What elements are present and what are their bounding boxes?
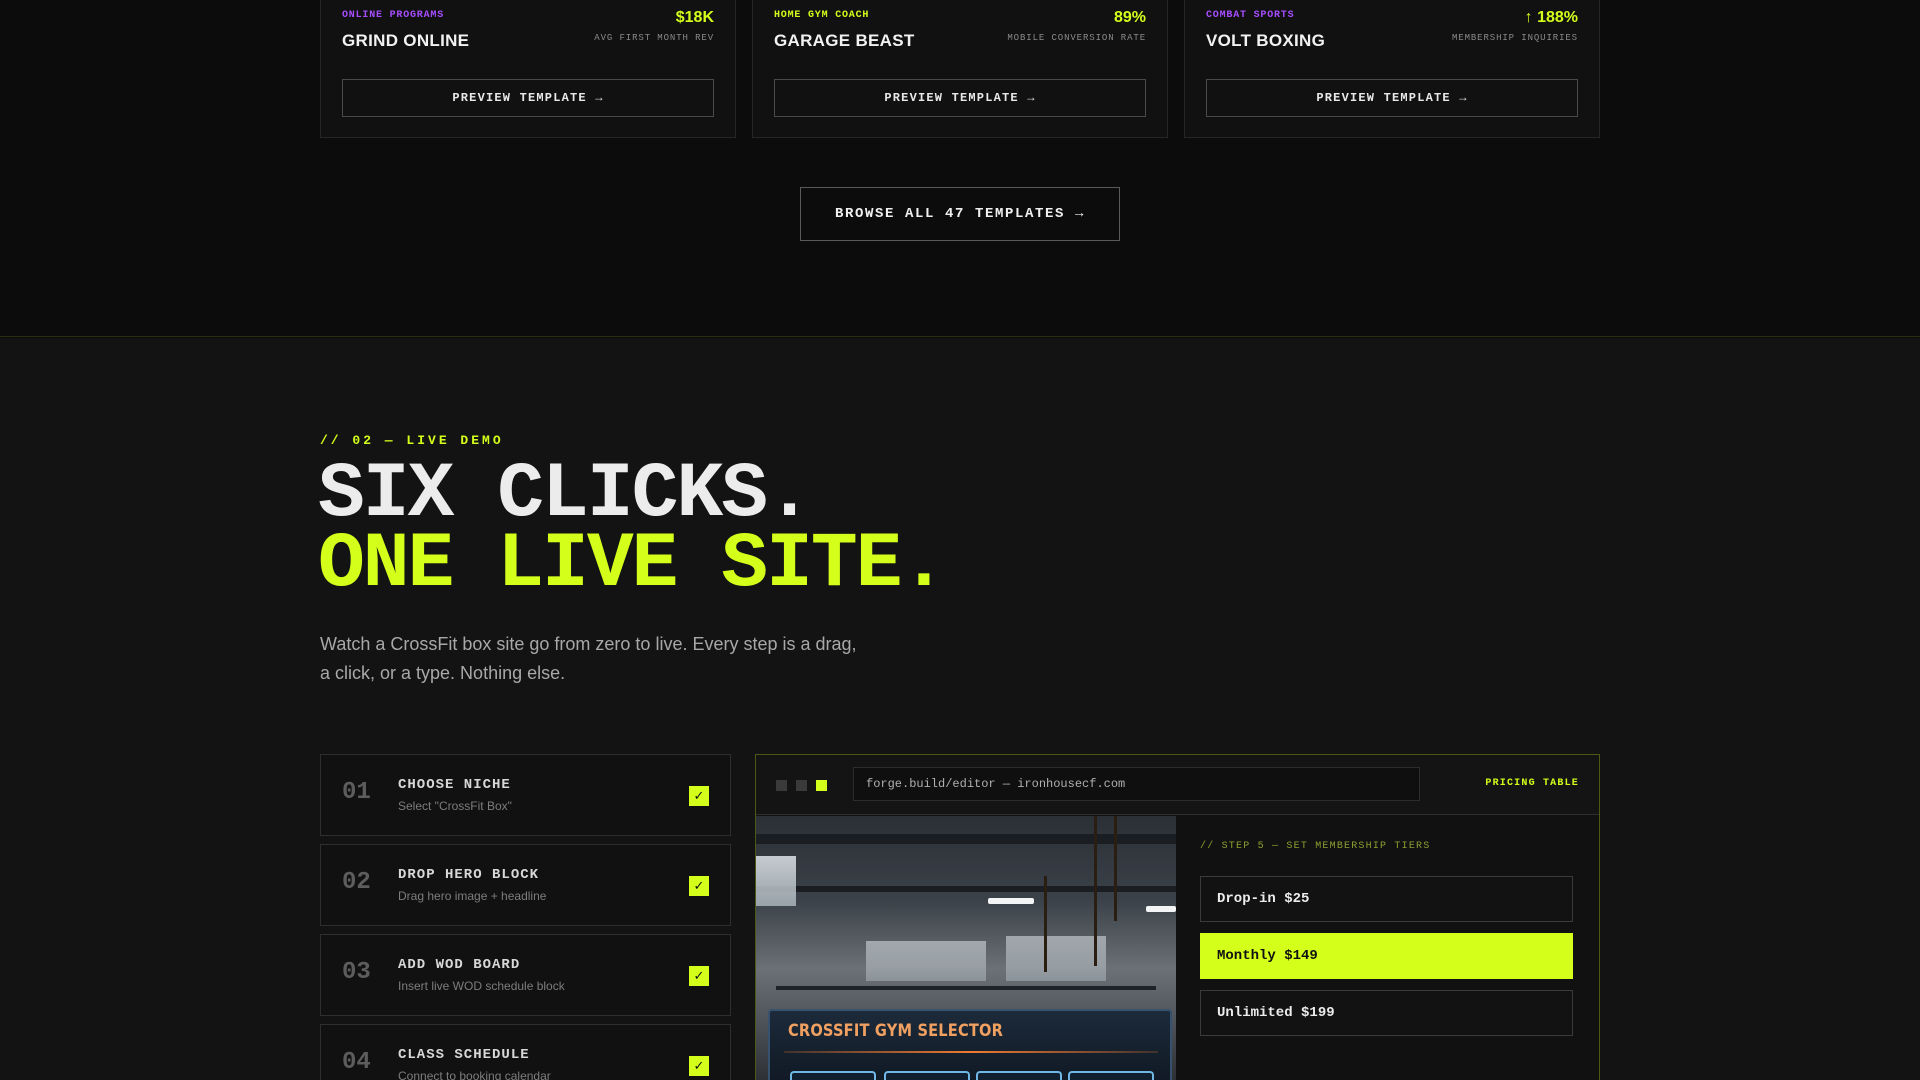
- step-number: 01: [342, 779, 371, 806]
- gym-selector-tab: [976, 1071, 1062, 1080]
- section-eyebrow: // 02 — LIVE DEMO: [320, 433, 504, 448]
- step-title: DROP HERO BLOCK: [398, 867, 540, 883]
- preview-template-button[interactable]: PREVIEW TEMPLATE →: [774, 79, 1146, 117]
- step-subtitle: Drag hero image + headline: [398, 889, 547, 903]
- tier-unlimited[interactable]: Unlimited $199: [1200, 990, 1573, 1036]
- template-card-grind-online[interactable]: ONLINE PROGRAMS GRIND ONLINE $18K AVG FI…: [320, 0, 736, 138]
- step-item-class-schedule[interactable]: 04 CLASS SCHEDULE Connect to booking cal…: [320, 1024, 731, 1080]
- headline-line-1: SIX CLICKS.: [318, 451, 813, 539]
- templates-section: ONLINE PROGRAMS GRIND ONLINE $18K AVG FI…: [0, 0, 1920, 337]
- step-item-drop-hero-block[interactable]: 02 DROP HERO BLOCK Drag hero image + hea…: [320, 844, 731, 926]
- tier-drop-in[interactable]: Drop-in $25: [1200, 876, 1573, 922]
- card-title: GRIND ONLINE: [342, 31, 470, 50]
- preview-template-button[interactable]: PREVIEW TEMPLATE →: [1206, 79, 1578, 117]
- step-number: 02: [342, 869, 371, 896]
- step-title: ADD WOD BOARD: [398, 957, 521, 973]
- live-demo-section: // 02 — LIVE DEMO SIX CLICKS. ONE LIVE S…: [0, 338, 1920, 1080]
- card-stat-value: 89%: [1113, 9, 1146, 26]
- step-item-choose-niche[interactable]: 01 CHOOSE NICHE Select "CrossFit Box" ✓: [320, 754, 731, 836]
- card-stat-label: MOBILE CONVERSION RATE: [1007, 33, 1146, 43]
- gym-hero-image: CROSSFIT GYM SELECTOR: [756, 816, 1176, 1080]
- card-category: COMBAT SPORTS: [1206, 10, 1295, 21]
- step-title: CHOOSE NICHE: [398, 777, 511, 793]
- card-category: ONLINE PROGRAMS: [342, 10, 445, 21]
- gym-selector-card: CROSSFIT GYM SELECTOR: [768, 1009, 1172, 1080]
- step-subtitle: Select "CrossFit Box": [398, 799, 512, 813]
- checkmark-icon: ✓: [689, 1056, 709, 1076]
- pricing-step-label: // STEP 5 — SET MEMBERSHIP TIERS: [1200, 841, 1431, 852]
- card-category: HOME GYM COACH: [774, 10, 870, 21]
- headline-line-2: ONE LIVE SITE.: [318, 521, 947, 609]
- checkmark-icon: ✓: [689, 876, 709, 896]
- card-title: GARAGE BEAST: [774, 31, 915, 50]
- card-stat-value: $18K: [675, 9, 714, 26]
- checkmark-icon: ✓: [689, 966, 709, 986]
- browse-all-templates-button[interactable]: BROWSE ALL 47 TEMPLATES →: [800, 187, 1120, 241]
- step-item-add-wod-board[interactable]: 03 ADD WOD BOARD Insert live WOD schedul…: [320, 934, 731, 1016]
- gym-selector-tab: [790, 1071, 876, 1080]
- tier-monthly[interactable]: Monthly $149: [1200, 933, 1573, 979]
- step-number: 04: [342, 1049, 371, 1076]
- card-stat-label: MEMBERSHIP INQUIRIES: [1451, 33, 1578, 43]
- section-headline: SIX CLICKS. ONE LIVE SITE.: [318, 451, 947, 609]
- template-card-volt-boxing[interactable]: COMBAT SPORTS VOLT BOXING ↑ 188% MEMBERS…: [1184, 0, 1600, 138]
- pricing-table-panel: // STEP 5 — SET MEMBERSHIP TIERS Drop-in…: [1200, 816, 1600, 1080]
- preview-template-button[interactable]: PREVIEW TEMPLATE →: [342, 79, 714, 117]
- card-stat-value: ↑ 188%: [1524, 9, 1578, 26]
- window-dot-icon: [816, 780, 827, 791]
- window-dot-icon: [776, 780, 787, 791]
- step-number: 03: [342, 959, 371, 986]
- editor-preview: forge.build/editor — ironhousecf.com PRI…: [755, 754, 1600, 1080]
- section-description: Watch a CrossFit box site go from zero t…: [320, 634, 857, 683]
- steps-list: 01 CHOOSE NICHE Select "CrossFit Box" ✓ …: [320, 754, 731, 1080]
- editor-toolbar: forge.build/editor — ironhousecf.com PRI…: [756, 755, 1599, 815]
- card-title: VOLT BOXING: [1206, 31, 1326, 50]
- template-card-garage-beast[interactable]: HOME GYM COACH GARAGE BEAST 89% MOBILE C…: [752, 0, 1168, 138]
- gym-selector-tab: [1068, 1071, 1154, 1080]
- current-block-label: PRICING TABLE: [1485, 778, 1579, 789]
- card-stat-label: AVG FIRST MONTH REV: [594, 33, 714, 43]
- gym-selector-title: CROSSFIT GYM SELECTOR: [788, 1021, 1004, 1041]
- checkmark-icon: ✓: [689, 786, 709, 806]
- window-dot-icon: [796, 780, 807, 791]
- gym-selector-tab: [884, 1071, 970, 1080]
- step-title: CLASS SCHEDULE: [398, 1047, 530, 1063]
- editor-url-field[interactable]: forge.build/editor — ironhousecf.com: [853, 767, 1420, 801]
- step-subtitle: Connect to booking calendar: [398, 1069, 551, 1080]
- step-subtitle: Insert live WOD schedule block: [398, 979, 565, 993]
